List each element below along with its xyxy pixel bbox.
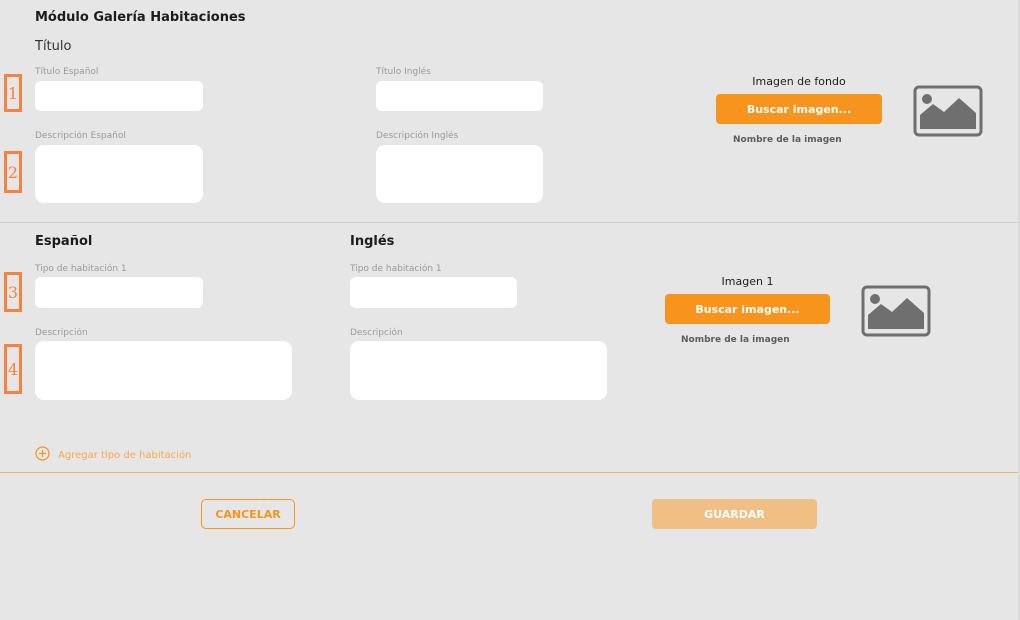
save-button[interactable]: GUARDAR	[652, 499, 817, 529]
section-divider	[0, 222, 1020, 223]
background-image-filename: Nombre de la imagen	[733, 135, 842, 145]
annotation-marker-4: 4	[4, 344, 22, 394]
annotation-marker-1: 1	[4, 74, 22, 112]
room-type-en-label: Tipo de habitación 1	[350, 264, 442, 274]
add-room-type-link[interactable]: Agregar tipo de habitación	[35, 446, 191, 465]
english-heading: Inglés	[350, 234, 395, 249]
description-es-label: Descripción Español	[35, 131, 126, 141]
description-en-label: Descripción Inglés	[376, 131, 459, 141]
title-es-input[interactable]	[35, 81, 203, 111]
room-image-filename: Nombre de la imagen	[681, 335, 790, 345]
room-image-caption: Imagen 1	[721, 275, 774, 288]
title-en-label: Título Inglés	[376, 67, 431, 77]
module-title: Módulo Galería Habitaciones	[35, 10, 246, 25]
background-image-caption: Imagen de fondo	[752, 75, 846, 88]
room-description-en-label: Descripción	[350, 328, 403, 338]
description-es-textarea[interactable]	[35, 145, 203, 203]
room-image-browse-button[interactable]: Buscar imagen...	[665, 294, 830, 324]
footer-divider	[0, 472, 1020, 473]
room-type-es-label: Tipo de habitación 1	[35, 264, 127, 274]
room-type-es-input[interactable]	[35, 277, 203, 308]
image-placeholder-icon	[913, 85, 983, 137]
title-es-label: Título Español	[35, 67, 99, 77]
cancel-button[interactable]: CANCELAR	[201, 499, 295, 529]
description-en-textarea[interactable]	[376, 145, 543, 203]
add-room-type-label: Agregar tipo de habitación	[58, 450, 192, 461]
room-description-es-textarea[interactable]	[35, 341, 292, 400]
section-subtitle: Título	[35, 39, 72, 54]
image-placeholder-icon	[861, 285, 931, 337]
plus-circle-icon	[35, 446, 50, 465]
spanish-heading: Español	[35, 234, 93, 249]
room-description-es-label: Descripción	[35, 328, 88, 338]
title-en-input[interactable]	[376, 81, 543, 111]
room-type-en-input[interactable]	[350, 277, 517, 308]
room-description-en-textarea[interactable]	[350, 341, 607, 400]
background-image-browse-button[interactable]: Buscar imagen...	[716, 94, 882, 124]
annotation-marker-2: 2	[4, 151, 22, 193]
annotation-marker-3: 3	[4, 272, 22, 312]
